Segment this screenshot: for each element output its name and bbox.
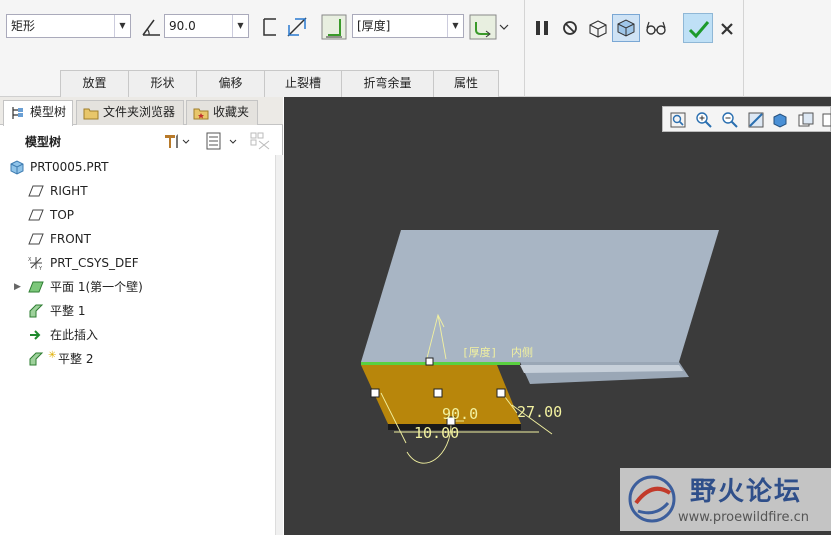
- flat-wall-icon: [29, 352, 44, 366]
- tree-item-flat-1[interactable]: 平整 1: [0, 299, 275, 323]
- insert-arrow-icon: [30, 330, 41, 340]
- tab-folder-browser-label: 文件夹浏览器: [103, 105, 176, 119]
- confirm-button[interactable]: [683, 13, 713, 43]
- settings-list-icon[interactable]: [204, 131, 240, 151]
- forum-logo-icon: [628, 475, 676, 523]
- tree-item-label: 平整 2: [58, 352, 94, 366]
- thickness-select[interactable]: [厚度] ▼: [352, 14, 464, 38]
- tree-item-label: FRONT: [50, 232, 91, 246]
- tree-item-label: 在此插入: [50, 328, 99, 342]
- tree-item-flat-2[interactable]: ✳ 平整 2: [0, 347, 275, 371]
- tab-relief[interactable]: 止裂槽: [264, 70, 342, 97]
- tree-item-top[interactable]: TOP: [0, 203, 275, 227]
- chevron-down-icon: ▼: [114, 15, 130, 37]
- length-dimension[interactable]: 10.00: [414, 424, 459, 442]
- datum-plane-icon: [28, 233, 44, 245]
- thickness-select-value: [厚度]: [357, 19, 391, 33]
- cancel-icon[interactable]: [715, 17, 739, 41]
- tab-favorites[interactable]: 收藏夹: [186, 100, 258, 125]
- tools-icon[interactable]: [162, 131, 192, 151]
- planar-wall-icon: [28, 281, 44, 293]
- base-wall-face: [361, 230, 719, 362]
- tree-item-first-wall[interactable]: ▶ 平面 1(第一个壁): [0, 275, 275, 299]
- dashboard-tabs: 放置 形状 偏移 止裂槽 折弯余量 属性: [60, 70, 499, 97]
- toolbar-separator: [524, 0, 525, 97]
- side-annotation[interactable]: 内侧: [511, 345, 533, 359]
- tab-folder-browser[interactable]: 文件夹浏览器: [76, 100, 184, 125]
- tree-item-label: PRT0005.PRT: [30, 160, 109, 174]
- model-tree-title: 模型树: [25, 135, 62, 149]
- filter-icon[interactable]: [249, 131, 271, 151]
- watermark-title: 野火论坛: [690, 477, 803, 507]
- tree-item-label: RIGHT: [50, 184, 88, 198]
- svg-text:X: X: [28, 257, 32, 263]
- glasses-icon[interactable]: [644, 16, 668, 40]
- verify-mode-button[interactable]: [612, 14, 640, 42]
- tab-offset[interactable]: 偏移: [196, 70, 265, 97]
- attach-edge: [361, 362, 520, 365]
- tree-item-label: TOP: [50, 208, 75, 222]
- toolbar-separator: [743, 0, 744, 97]
- tab-shape[interactable]: 形状: [128, 70, 197, 97]
- verify-icon: [617, 19, 635, 37]
- pause-icon[interactable]: [530, 16, 554, 40]
- chevron-down-icon: ▼: [447, 15, 463, 37]
- offset-dimension[interactable]: 27.00: [517, 403, 562, 421]
- navigator-panel: 模型树 文件夹浏览器 收藏夹 模型树 PRT0005.PRT RIGHT TOP…: [0, 97, 283, 535]
- svg-text:Y: Y: [38, 266, 43, 271]
- angle-input[interactable]: 90.0 ▼: [164, 14, 249, 38]
- tree-item-label: 平整 1: [50, 304, 86, 318]
- chevron-down-icon: ▼: [232, 15, 248, 37]
- tree-item-part[interactable]: PRT0005.PRT: [0, 155, 275, 179]
- navigator-tabs: 模型树 文件夹浏览器 收藏夹: [0, 97, 283, 126]
- tree-item-csys[interactable]: X Y PRT_CSYS_DEF: [0, 251, 275, 275]
- tab-model-tree-label: 模型树: [30, 105, 67, 119]
- angle-dimension[interactable]: 90.0: [442, 405, 478, 423]
- drag-handle[interactable]: [433, 388, 443, 398]
- thickness-annotation[interactable]: [厚度]: [462, 345, 497, 359]
- flip-direction-icon[interactable]: [285, 15, 309, 39]
- tree-item-right[interactable]: RIGHT: [0, 179, 275, 203]
- vertical-scrollbar[interactable]: [275, 155, 283, 535]
- angle-input-value: 90.0: [169, 19, 196, 33]
- shape-select[interactable]: 矩形 ▼: [6, 14, 131, 38]
- feature-dashboard: 矩形 ▼ 90.0 ▼ [厚度] ▼ 放置 形状 偏移 止裂槽 折弯余量 属性: [0, 0, 831, 97]
- tab-placement[interactable]: 放置: [60, 70, 129, 97]
- folder-icon: [83, 108, 99, 120]
- angle-icon: [142, 19, 160, 36]
- expand-arrow-icon[interactable]: ▶: [14, 275, 21, 299]
- drag-handle[interactable]: [425, 357, 434, 366]
- bend-icon[interactable]: [469, 14, 511, 40]
- coordinate-system-icon: X Y: [28, 257, 43, 271]
- datum-plane-icon: [28, 185, 44, 197]
- tab-favorites-label: 收藏夹: [213, 105, 250, 119]
- geometry-preview-icon[interactable]: [586, 16, 610, 40]
- bracket-icon[interactable]: [258, 15, 282, 39]
- forum-watermark: 野火论坛 www.proewildfire.cn: [620, 468, 831, 531]
- part-icon: [10, 160, 24, 175]
- tab-model-tree[interactable]: 模型树: [3, 100, 73, 126]
- no-preview-icon[interactable]: [558, 16, 582, 40]
- model-tree-header: 模型树: [0, 127, 275, 155]
- tree-item-label: PRT_CSYS_DEF: [50, 256, 139, 270]
- model-tree-icon: [12, 107, 23, 119]
- shape-select-value: 矩形: [11, 19, 36, 33]
- flat-wall-icon: [29, 304, 44, 318]
- tab-properties[interactable]: 属性: [433, 70, 499, 97]
- drag-handle[interactable]: [496, 388, 506, 398]
- thickness-side-icon[interactable]: [321, 14, 347, 40]
- watermark-url: www.proewildfire.cn: [678, 510, 809, 525]
- model-tree: PRT0005.PRT RIGHT TOP FRONT X Y PRT_CSYS…: [0, 155, 275, 371]
- checkmark-icon: [688, 21, 710, 39]
- favorites-icon: [193, 108, 209, 120]
- tree-item-front[interactable]: FRONT: [0, 227, 275, 251]
- tab-bend-allowance[interactable]: 折弯余量: [341, 70, 434, 97]
- tree-item-insert-here[interactable]: 在此插入: [0, 323, 275, 347]
- tree-item-label: 平面 1(第一个壁): [50, 280, 143, 294]
- datum-plane-icon: [28, 209, 44, 221]
- drag-handle[interactable]: [370, 388, 380, 398]
- active-feature-icon: ✳: [48, 350, 57, 361]
- graphics-window[interactable]: [厚度] 内侧 90.0 27.00 10.00 野火论坛 www.proewi…: [284, 97, 831, 535]
